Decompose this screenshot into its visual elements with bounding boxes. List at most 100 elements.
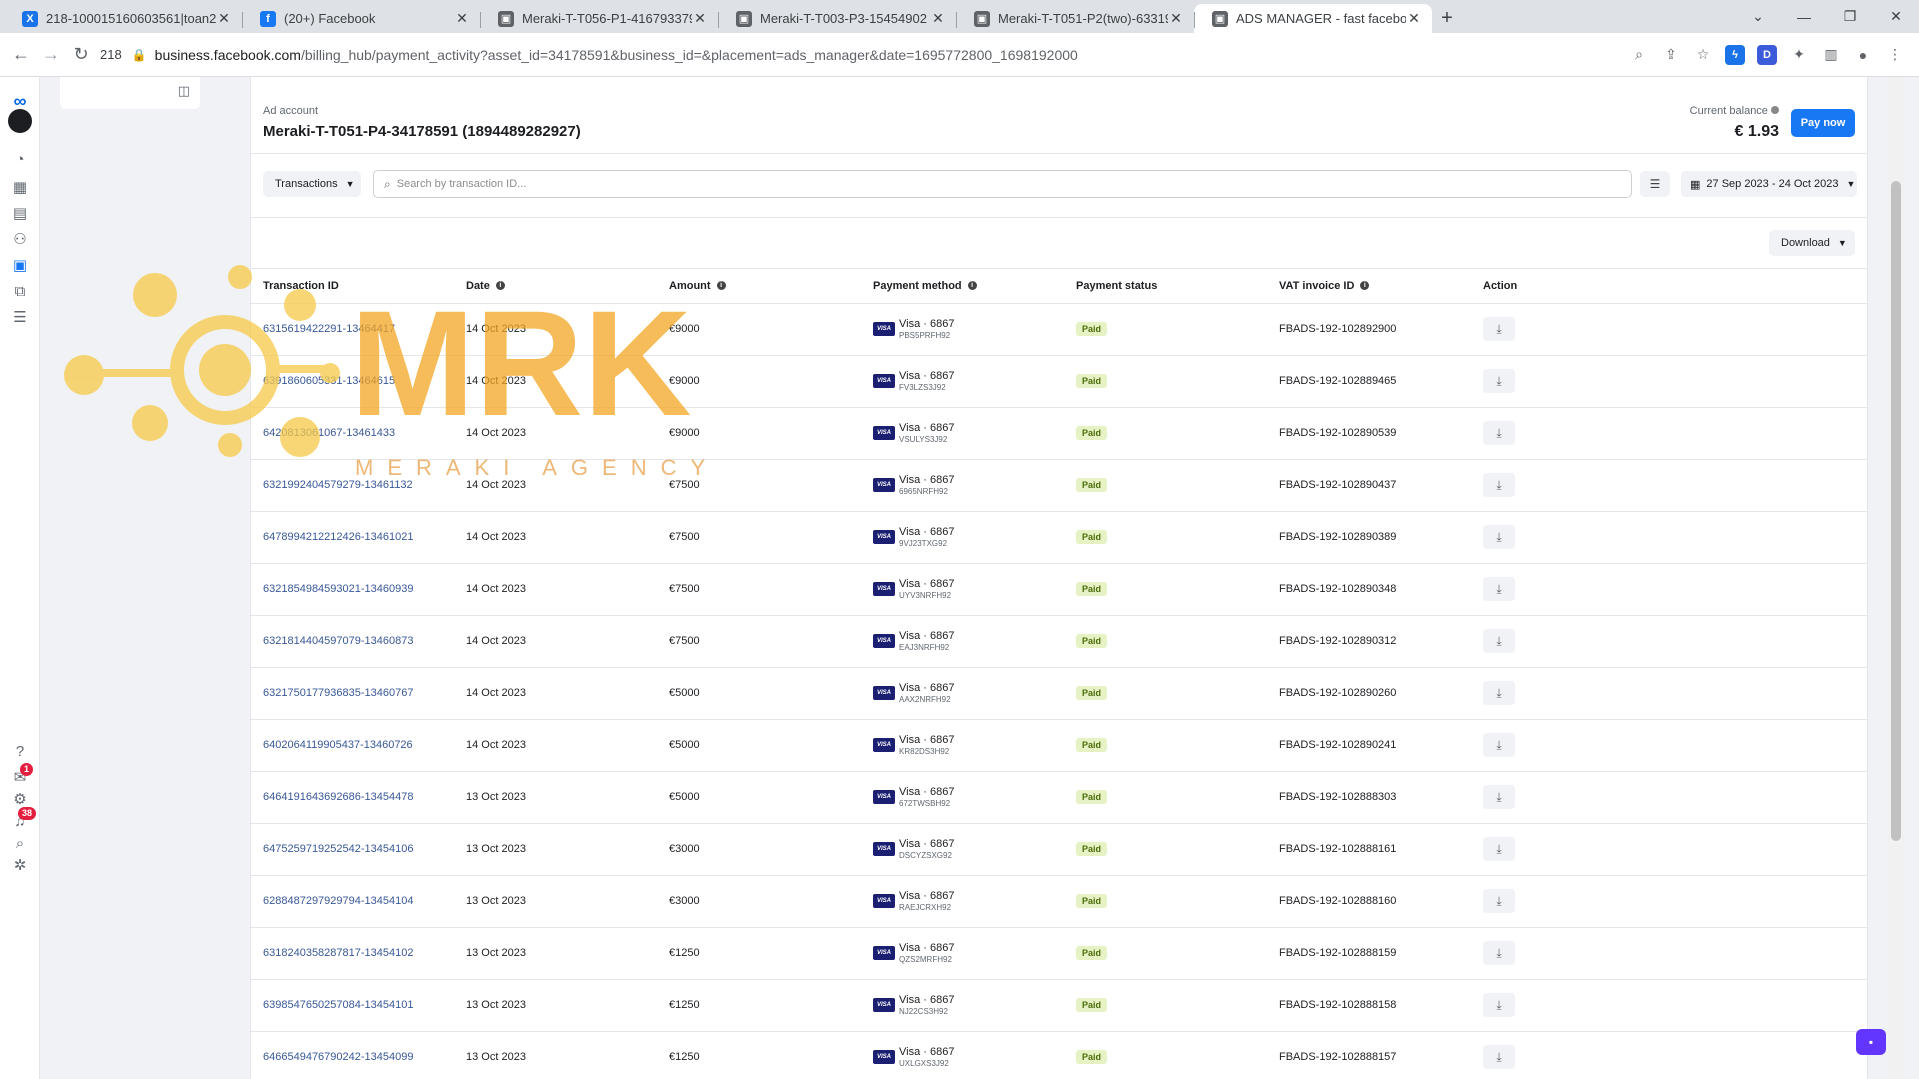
download-invoice-button[interactable]: ⤓ xyxy=(1483,525,1515,549)
transaction-id-link[interactable]: 6464191643692686-13454478 xyxy=(251,771,454,824)
browser-tab[interactable]: ▣ Meraki-T-T056-P1-41679337902 ✕ xyxy=(480,4,718,33)
zoom-icon[interactable]: ⌕ xyxy=(1629,45,1649,65)
payment-reference-code: FV3LZS3J92 xyxy=(899,382,946,392)
transaction-id-link[interactable]: 6398547650257084-13454101 xyxy=(251,979,454,1032)
overview-gauge-icon[interactable]: ◔ xyxy=(10,149,30,169)
tab-close-icon[interactable]: ✕ xyxy=(930,10,946,27)
download-invoice-button[interactable]: ⤓ xyxy=(1483,733,1515,757)
transaction-id-link[interactable]: 6402064119905437-13460726 xyxy=(251,719,454,772)
url-field[interactable]: 🔒 business.facebook.com/billing_hub/paym… xyxy=(132,40,1629,70)
meta-logo-icon[interactable]: ∞ xyxy=(10,91,30,111)
minimize-button[interactable]: — xyxy=(1781,0,1827,33)
download-invoice-button[interactable]: ⤓ xyxy=(1483,785,1515,809)
side-panel-icon[interactable]: ▥ xyxy=(1821,45,1841,65)
profile-avatar-icon[interactable]: ● xyxy=(1853,45,1873,65)
transaction-id-link[interactable]: 6475259719252542-13454106 xyxy=(251,823,454,876)
status-badge: Paid xyxy=(1076,842,1108,856)
download-invoice-button[interactable]: ⤓ xyxy=(1483,941,1515,965)
tab-close-icon[interactable]: ✕ xyxy=(1168,10,1184,27)
date-range-picker[interactable]: ▦ 27 Sep 2023 - 24 Oct 2023 ▼ xyxy=(1681,171,1857,197)
browser-tab[interactable]: ▣ ADS MANAGER - fast facebook ✕ xyxy=(1194,4,1432,33)
transaction-amount: €5000 xyxy=(657,667,861,720)
info-icon[interactable]: i xyxy=(495,281,505,291)
download-button[interactable]: Download ▼ xyxy=(1769,230,1855,256)
new-tab-button[interactable]: + xyxy=(1432,4,1462,33)
bug-report-icon[interactable]: ✲ xyxy=(10,855,30,875)
transactions-dropdown[interactable]: Transactions ▼ xyxy=(263,171,361,197)
search-icon[interactable]: ⌕ xyxy=(10,833,30,853)
account-avatar[interactable] xyxy=(8,109,32,133)
transaction-id-link[interactable]: 6321814404597079-13460873 xyxy=(251,615,454,668)
download-invoice-button[interactable]: ⤓ xyxy=(1483,577,1515,601)
transaction-date: 14 Oct 2023 xyxy=(454,667,657,720)
bookmark-star-icon[interactable]: ☆ xyxy=(1693,45,1713,65)
extension-d-icon[interactable]: D xyxy=(1757,44,1777,65)
audiences-icon[interactable]: ⚇ xyxy=(10,229,30,249)
tab-close-icon[interactable]: ✕ xyxy=(216,10,232,27)
search-input[interactable]: ⌕ Search by transaction ID... xyxy=(373,170,1632,198)
download-invoice-button[interactable]: ⤓ xyxy=(1483,1045,1515,1069)
transaction-id-link[interactable]: 6315619422291-13464417 xyxy=(251,303,454,356)
extension-flash-icon[interactable]: ϟ xyxy=(1725,44,1745,65)
download-invoice-button[interactable]: ⤓ xyxy=(1483,421,1515,445)
filter-settings-button[interactable]: ☰ xyxy=(1640,171,1670,197)
info-icon[interactable]: i xyxy=(716,281,726,291)
download-invoice-button[interactable]: ⤓ xyxy=(1483,473,1515,497)
download-invoice-button[interactable]: ⤓ xyxy=(1483,993,1515,1017)
reload-icon[interactable]: ↻ xyxy=(66,44,96,65)
campaigns-table-icon[interactable]: ▦ xyxy=(10,177,30,197)
transaction-id-link[interactable]: 6321854984593021-13460939 xyxy=(251,563,454,616)
payment-method-name: Visa · 6867 xyxy=(899,837,955,850)
pay-now-button[interactable]: Pay now xyxy=(1791,109,1855,137)
browser-tab[interactable]: ▣ Meraki-T-T003-P3-15454902 ID: ✕ xyxy=(718,4,956,33)
browser-tab[interactable]: X 218-100015160603561|toan2001✕ xyxy=(4,4,242,33)
transaction-id-link[interactable]: 6321992404579279-13461132 xyxy=(251,459,454,512)
restore-button[interactable]: ❐ xyxy=(1827,0,1873,33)
transaction-id-link[interactable]: 6391860605331-13464615 xyxy=(251,355,454,408)
media-library-icon[interactable]: ⧉ xyxy=(10,281,30,301)
transaction-id-link[interactable]: 6318240358287817-13454102 xyxy=(251,927,454,980)
download-invoice-button[interactable]: ⤓ xyxy=(1483,369,1515,393)
page-scrollbar[interactable] xyxy=(1888,77,1904,1079)
tab-close-icon[interactable]: ✕ xyxy=(692,10,708,27)
download-invoice-button[interactable]: ⤓ xyxy=(1483,889,1515,913)
lock-icon[interactable]: 🔒 xyxy=(132,48,147,62)
share-icon[interactable]: ⇪ xyxy=(1661,45,1681,65)
close-window-button[interactable]: ✕ xyxy=(1873,0,1919,33)
info-icon[interactable]: i xyxy=(1360,281,1370,291)
download-invoice-button[interactable]: ⤓ xyxy=(1483,317,1515,341)
tab-close-icon[interactable]: ✕ xyxy=(454,10,470,27)
tab-search-icon[interactable]: ⌄ xyxy=(1735,0,1781,33)
browser-tab[interactable]: f (20+) Facebook ✕ xyxy=(242,4,480,33)
billing-icon[interactable]: ▣ xyxy=(10,255,30,275)
vat-invoice-id: FBADS-192-102890312 xyxy=(1267,615,1471,668)
browser-menu-icon[interactable]: ⋮ xyxy=(1885,45,1905,65)
download-invoice-button[interactable]: ⤓ xyxy=(1483,837,1515,861)
settings-gear-icon[interactable]: ⚙ xyxy=(10,789,30,809)
reports-icon[interactable]: ▤ xyxy=(10,203,30,223)
tab-close-icon[interactable]: ✕ xyxy=(1406,10,1422,27)
help-icon[interactable]: ? xyxy=(10,741,30,761)
transaction-id-link[interactable]: 6420813061067-13461433 xyxy=(251,407,454,460)
collapse-panel-icon[interactable]: ◫ xyxy=(178,83,190,99)
browser-tab[interactable]: ▣ Meraki-T-T051-P2(two)-6331959 ✕ xyxy=(956,4,1194,33)
download-invoice-button[interactable]: ⤓ xyxy=(1483,629,1515,653)
all-tools-menu-icon[interactable]: ☰ xyxy=(10,307,30,327)
transaction-id-link[interactable]: 6288487297929794-13454104 xyxy=(251,875,454,928)
back-icon[interactable]: ← xyxy=(6,44,36,65)
table-header-row: Transaction ID Date i Amount i Payment method… xyxy=(251,269,1867,304)
transaction-date: 13 Oct 2023 xyxy=(454,1031,657,1079)
transaction-id-link[interactable]: 6478994212212426-13461021 xyxy=(251,511,454,564)
info-icon[interactable]: i xyxy=(967,281,977,291)
scrollbar-thumb[interactable] xyxy=(1891,181,1901,841)
forward-icon[interactable]: → xyxy=(36,44,66,65)
extensions-puzzle-icon[interactable]: ✦ xyxy=(1789,45,1809,65)
transaction-id-link[interactable]: 6466549476790242-13454099 xyxy=(251,1031,454,1079)
info-icon[interactable] xyxy=(1771,106,1779,114)
transaction-id-link[interactable]: 6321750177936835-13460767 xyxy=(251,667,454,720)
download-invoice-button[interactable]: ⤓ xyxy=(1483,681,1515,705)
column-header-label: Transaction ID xyxy=(263,279,339,292)
action-cell: ⤓ xyxy=(1471,771,1867,824)
column-header-label: Payment status xyxy=(1076,279,1158,292)
chat-support-button[interactable]: ▪ xyxy=(1856,1029,1886,1055)
